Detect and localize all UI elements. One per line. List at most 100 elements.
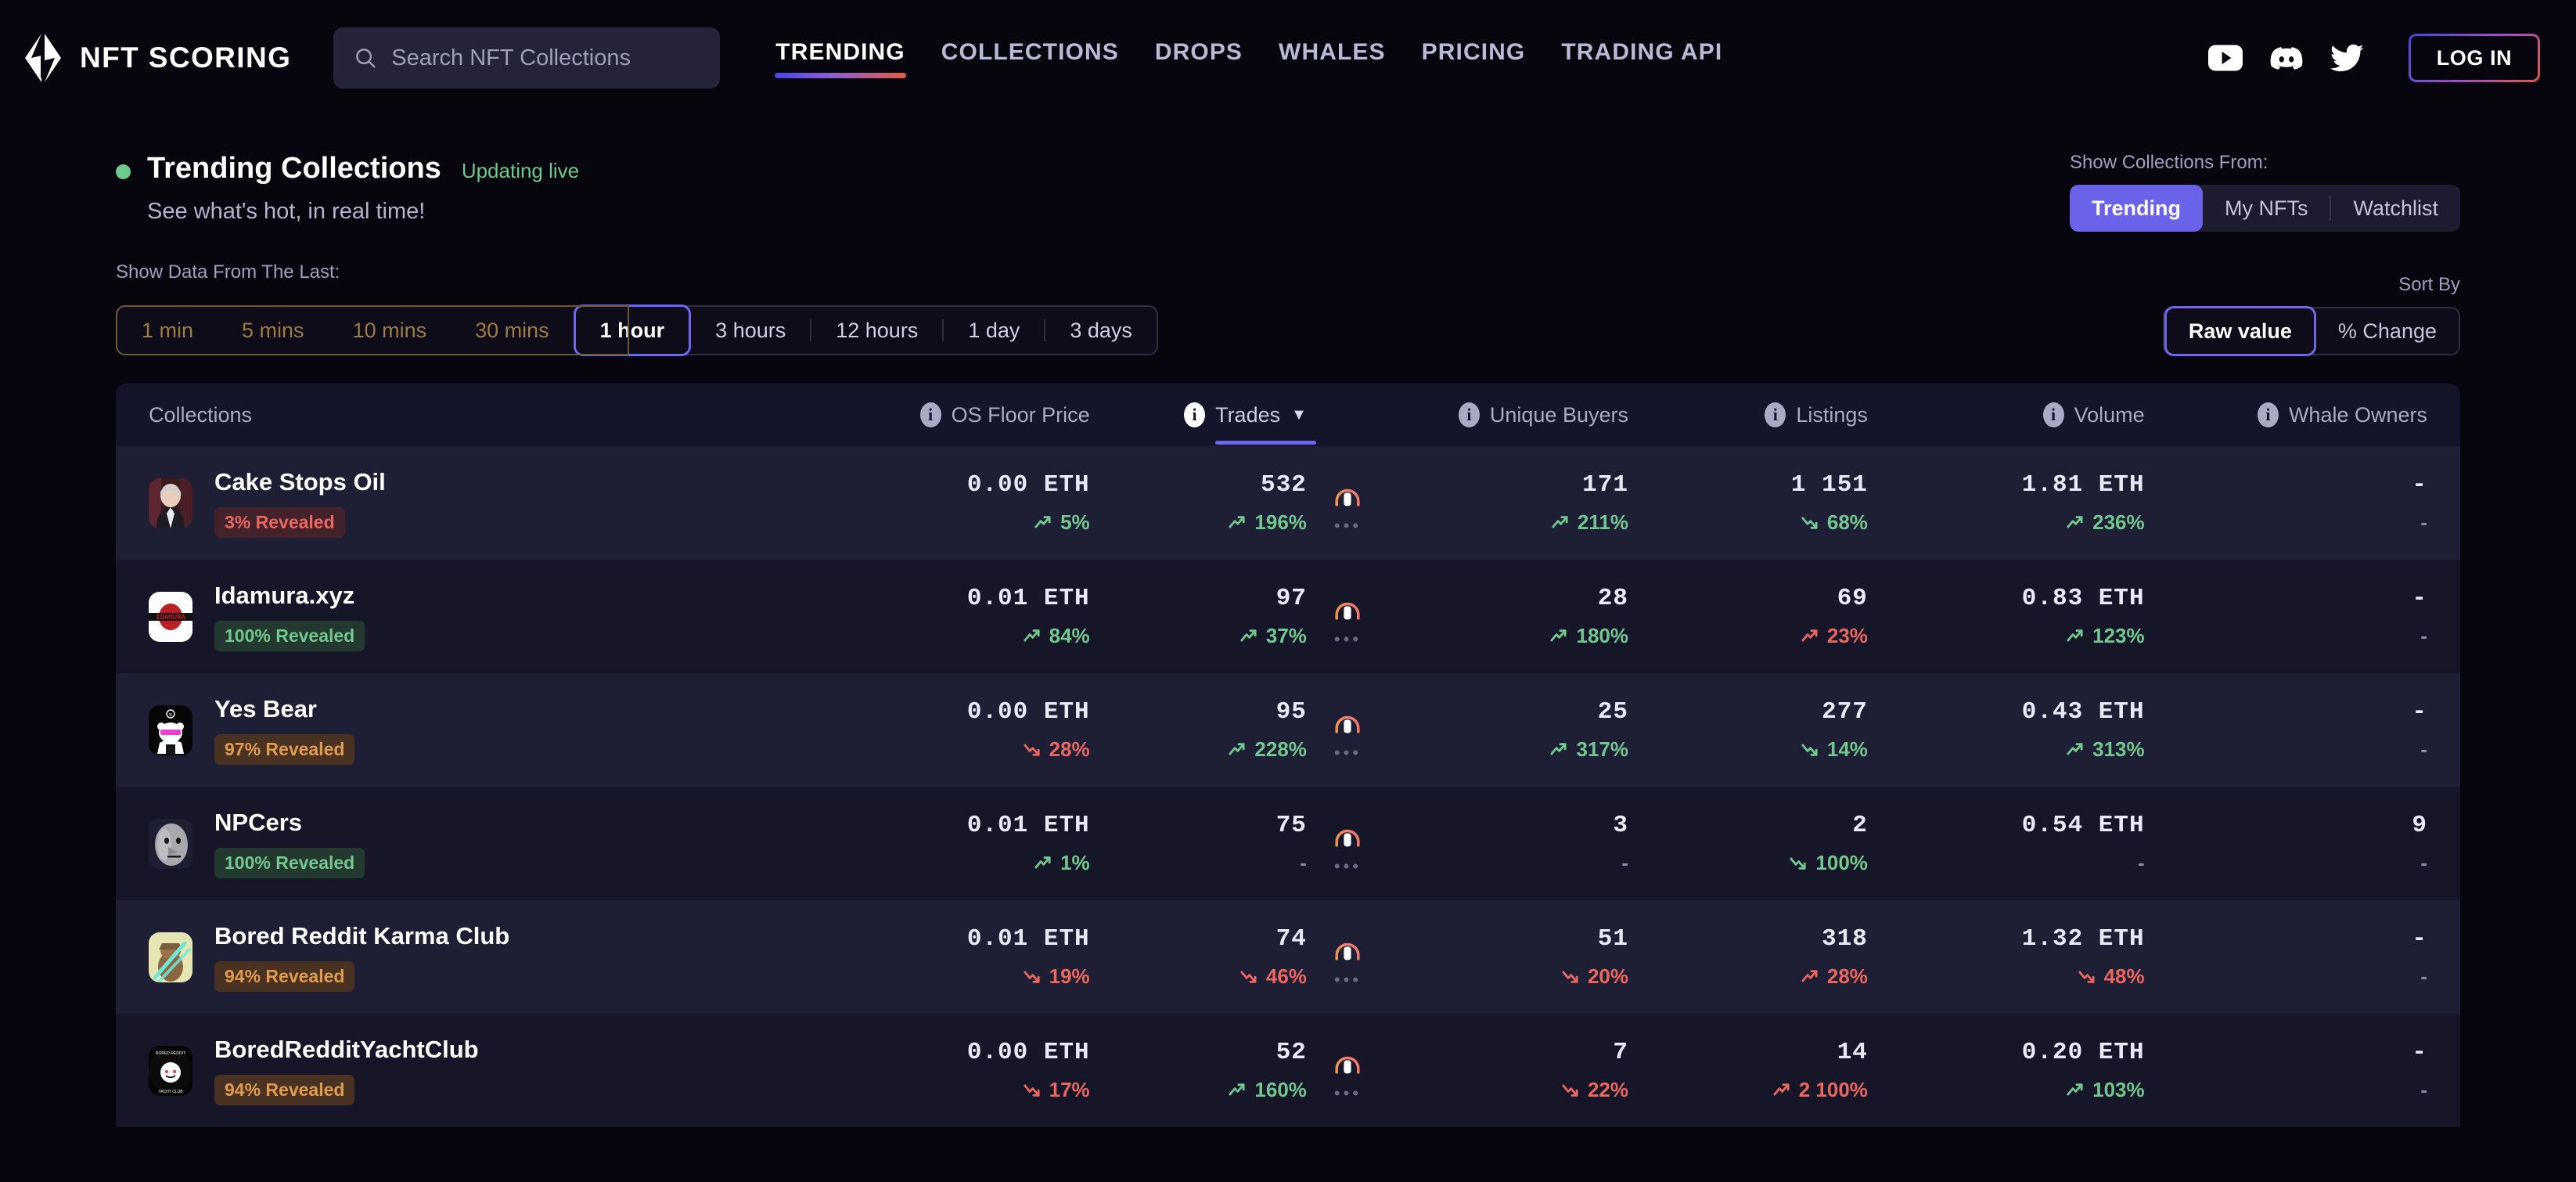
- sort-caret-down-icon[interactable]: ▼: [1291, 406, 1307, 424]
- lock-icon[interactable]: [1329, 472, 1365, 511]
- info-icon-whale-owners[interactable]: i: [2257, 402, 2279, 427]
- lock-icon[interactable]: [1329, 813, 1365, 852]
- column-header-unique-buyers[interactable]: i Unique Buyers: [1389, 402, 1628, 427]
- timeframe-1-min[interactable]: 1 min: [117, 307, 218, 354]
- collection-cell[interactable]: Bored Reddit Karma Club 94% Revealed: [116, 922, 775, 992]
- trades-cell-value: 74: [1275, 925, 1307, 953]
- collection-name[interactable]: NPCers: [214, 809, 365, 837]
- nav-item-trending[interactable]: TRENDING: [757, 31, 923, 85]
- svg-text:YACHT CLUB: YACHT CLUB: [158, 1090, 183, 1094]
- sort-option-percent-change[interactable]: % Change: [2316, 308, 2459, 354]
- lock-icon[interactable]: [1329, 586, 1365, 625]
- lock-cell[interactable]: •••: [1307, 586, 1389, 648]
- lock-cell[interactable]: •••: [1307, 813, 1389, 875]
- youtube-icon[interactable]: [2208, 45, 2243, 71]
- trend-up-icon: [1550, 743, 1567, 755]
- source-option-trending[interactable]: Trending: [2070, 185, 2203, 232]
- lock-dots-icon: •••: [1333, 629, 1362, 649]
- column-header-floor-price[interactable]: i OS Floor Price: [775, 402, 1090, 427]
- column-header-whale-owners[interactable]: i Whale Owners: [2145, 402, 2460, 427]
- table-row[interactable]: IDAMURA Idamura.xyz 100% Revealed 0.01 ETH 8…: [116, 560, 2460, 673]
- trend-up-icon: [1034, 516, 1051, 528]
- collection-cell[interactable]: B Yes Bear 97% Revealed: [116, 695, 775, 765]
- trades-cell: 532 196%: [1090, 471, 1307, 535]
- unique-buyers-cell: 171 211%: [1389, 471, 1628, 535]
- column-header-volume[interactable]: i Volume: [1868, 402, 2145, 427]
- whale-owners-cell-value: -: [2412, 925, 2427, 953]
- collection-name[interactable]: Yes Bear: [214, 695, 354, 723]
- lock-dots-icon: •••: [1333, 742, 1362, 762]
- collection-name[interactable]: Idamura.xyz: [214, 582, 365, 610]
- collection-cell[interactable]: Cake Stops Oil 3% Revealed: [116, 468, 775, 538]
- collection-name[interactable]: Cake Stops Oil: [214, 468, 386, 496]
- info-icon-volume[interactable]: i: [2042, 402, 2064, 427]
- lock-cell[interactable]: •••: [1307, 472, 1389, 535]
- timeframe-10-mins[interactable]: 10 mins: [329, 307, 452, 354]
- volume-cell-value: 0.20 ETH: [2021, 1039, 2145, 1066]
- trades-cell-value: 52: [1275, 1039, 1307, 1066]
- source-option-watchlist[interactable]: Watchlist: [2331, 185, 2460, 232]
- trend-down-icon: [1240, 971, 1257, 983]
- source-option-my-nfts[interactable]: My NFTs: [2203, 185, 2330, 232]
- info-icon-floor-price[interactable]: i: [919, 402, 941, 427]
- nav-item-pricing[interactable]: PRICING: [1404, 31, 1544, 85]
- table-row[interactable]: Bored Reddit Karma Club 94% Revealed 0.01 …: [116, 900, 2460, 1014]
- info-icon-trades[interactable]: i: [1184, 402, 1206, 427]
- trades-cell: 75 -: [1090, 812, 1307, 875]
- discord-icon[interactable]: [2269, 45, 2304, 71]
- timeframe-1-day[interactable]: 1 day: [944, 307, 1044, 354]
- table-row[interactable]: NPCers 100% Revealed 0.01 ETH 1% 75- ••• 3-2 10…: [116, 787, 2460, 900]
- volume-cell: 1.32 ETH 48%: [1868, 925, 2145, 989]
- timeframe-3-days[interactable]: 3 days: [1045, 307, 1157, 354]
- table-row[interactable]: Cake Stops Oil 3% Revealed 0.00 ETH 5% 532 19…: [116, 446, 2460, 560]
- nav-item-trading-api[interactable]: TRADING API: [1543, 31, 1740, 85]
- column-header-trades[interactable]: i Trades ▼: [1090, 402, 1317, 445]
- collection-name[interactable]: BoredRedditYachtClub: [214, 1036, 479, 1064]
- trend-up-icon: [2067, 1083, 2083, 1096]
- lock-dots-icon: •••: [1333, 515, 1362, 535]
- floor-price-cell: 0.00 ETH 28%: [775, 698, 1090, 762]
- trend-up-icon: [1229, 743, 1245, 755]
- unique-buyers-cell: 7 22%: [1389, 1039, 1628, 1102]
- lock-dots-icon: •••: [1333, 969, 1362, 989]
- main-menu: TRENDING COLLECTIONS DROPS WHALES PRICIN…: [757, 31, 1740, 85]
- info-icon-unique-buyers[interactable]: i: [1458, 402, 1480, 427]
- column-header-collections[interactable]: Collections: [116, 403, 775, 427]
- unique-buyers-cell-value: 25: [1597, 698, 1628, 726]
- collection-name[interactable]: Bored Reddit Karma Club: [214, 922, 509, 950]
- search-input[interactable]: [391, 45, 700, 71]
- timeframe-30-mins[interactable]: 30 mins: [451, 307, 574, 354]
- collections-source-toggle: Trending My NFTs Watchlist: [2070, 185, 2460, 232]
- collection-cell[interactable]: BORED REDDIT YACHT CLUB BoredRedditYachtCl…: [116, 1036, 775, 1105]
- listings-cell-delta: 14%: [1628, 737, 1868, 762]
- search-box[interactable]: [333, 27, 721, 88]
- timeframe-5-mins[interactable]: 5 mins: [218, 307, 329, 354]
- brand-logo[interactable]: NFT SCORING: [22, 32, 291, 84]
- table-row[interactable]: BORED REDDIT YACHT CLUB BoredRedditYachtCl…: [116, 1014, 2460, 1127]
- twitter-icon[interactable]: [2330, 44, 2365, 72]
- info-icon-listings[interactable]: i: [1765, 402, 1786, 427]
- table-row[interactable]: B Yes Bear 97% Revealed 0.00 ETH 28% 95 228% ••…: [116, 673, 2460, 787]
- sort-option-raw-value[interactable]: Raw value: [2164, 306, 2316, 356]
- lock-cell[interactable]: •••: [1307, 1040, 1389, 1102]
- lock-icon[interactable]: [1329, 926, 1365, 965]
- nav-item-drops[interactable]: DROPS: [1137, 31, 1261, 85]
- collection-cell[interactable]: NPCers 100% Revealed: [116, 809, 775, 878]
- timeframe-3-hours[interactable]: 3 hours: [691, 307, 810, 354]
- column-header-listings[interactable]: i Listings: [1628, 402, 1868, 427]
- volume-cell: 1.81 ETH 236%: [1868, 471, 2145, 535]
- login-button[interactable]: LOG IN: [2409, 34, 2540, 82]
- lock-icon[interactable]: [1329, 1040, 1365, 1079]
- lock-icon[interactable]: [1329, 699, 1365, 738]
- whale-owners-cell-delta: -: [2420, 851, 2427, 874]
- timeframe-12-hours[interactable]: 12 hours: [811, 307, 942, 354]
- lock-cell[interactable]: •••: [1307, 926, 1389, 989]
- timeframe-1-hour[interactable]: 1 hour: [573, 305, 692, 356]
- floor-price-cell-value: 0.00 ETH: [966, 698, 1090, 726]
- collection-cell[interactable]: IDAMURA Idamura.xyz 100% Revealed: [116, 582, 775, 651]
- nav-item-whales[interactable]: WHALES: [1261, 31, 1404, 85]
- listings-cell-delta: 28%: [1628, 964, 1868, 989]
- lock-cell[interactable]: •••: [1307, 699, 1389, 762]
- nav-item-collections[interactable]: COLLECTIONS: [923, 31, 1137, 85]
- volume-cell: 0.54 ETH -: [1868, 812, 2145, 875]
